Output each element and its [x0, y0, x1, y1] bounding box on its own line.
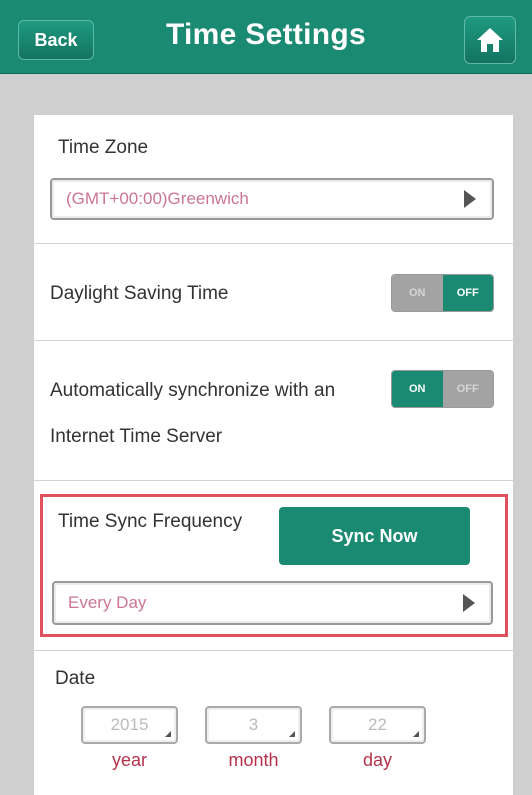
sync-frequency-select[interactable]: Every Day: [52, 581, 493, 625]
year-value: 2015: [110, 715, 149, 734]
toggle-on-segment: ON: [392, 371, 443, 407]
sync-now-button[interactable]: Sync Now: [279, 507, 470, 565]
date-label: Date: [55, 668, 96, 689]
toggle-on-segment: ON: [392, 275, 443, 311]
month-select[interactable]: 3: [205, 706, 302, 744]
month-unit-label: month: [228, 750, 279, 770]
day-unit-label: day: [362, 750, 393, 770]
dropdown-corner-icon: [413, 731, 419, 737]
daylight-saving-label: Daylight Saving Time: [50, 283, 229, 304]
dropdown-corner-icon: [289, 731, 295, 737]
toggle-off-segment: OFF: [442, 275, 493, 311]
auto-sync-toggle[interactable]: ON OFF: [391, 370, 494, 408]
daylight-saving-toggle[interactable]: ON OFF: [391, 274, 494, 312]
day-select[interactable]: 22: [329, 706, 426, 744]
time-zone-value: (GMT+00:00)Greenwich: [66, 189, 249, 208]
time-zone-label: Time Zone: [58, 137, 149, 158]
sync-frequency-label: Time Sync Frequency: [58, 511, 243, 532]
year-unit-label: year: [111, 750, 147, 770]
home-icon: [477, 28, 503, 52]
caret-right-icon: [463, 594, 475, 612]
divider: [34, 650, 513, 651]
sync-frequency-value: Every Day: [68, 593, 147, 612]
day-value: 22: [368, 715, 387, 734]
dropdown-corner-icon: [165, 731, 171, 737]
auto-sync-label-line1: Automatically synchronize with an: [50, 380, 336, 401]
time-zone-select[interactable]: (GMT+00:00)Greenwich: [50, 178, 494, 220]
divider: [34, 480, 513, 481]
toggle-off-segment: OFF: [442, 371, 493, 407]
divider: [34, 243, 513, 244]
home-button[interactable]: [464, 16, 516, 64]
page-title: Time Settings: [165, 18, 367, 51]
caret-right-icon: [464, 190, 476, 208]
divider: [34, 340, 513, 341]
auto-sync-label-line2: Internet Time Server: [50, 426, 223, 447]
month-value: 3: [248, 715, 259, 734]
year-select[interactable]: 2015: [81, 706, 178, 744]
app-header: Back Time Settings: [0, 0, 532, 74]
